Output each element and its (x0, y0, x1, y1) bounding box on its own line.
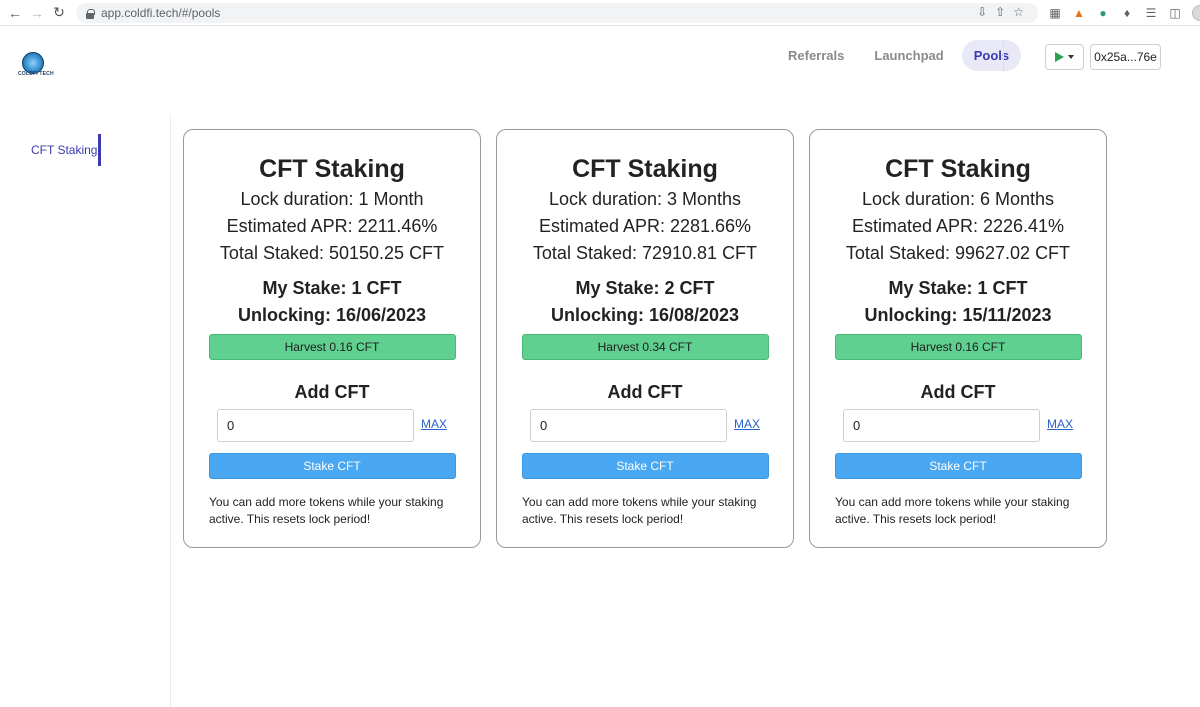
side-panel-icon[interactable]: ◫ (1168, 6, 1182, 20)
pool-title: CFT Staking (885, 155, 1031, 183)
stake-button[interactable]: Stake CFT (521, 453, 769, 479)
top-navigation: Referrals Launchpad Pools (776, 40, 1027, 71)
total-staked: Total Staked: 99627.02 CFT (845, 243, 1071, 263)
lock-duration: Lock duration: 1 Month (240, 189, 424, 209)
stake-button[interactable]: Stake CFT (834, 453, 1082, 479)
estimated-apr: Estimated APR: 2211.46% (226, 216, 438, 236)
total-staked: Total Staked: 50150.25 CFT (219, 243, 445, 263)
add-cft-heading: Add CFT (294, 382, 370, 402)
stake-amount-input[interactable] (530, 409, 727, 442)
coldfi-logo[interactable]: COLDFI TECH (18, 52, 54, 78)
add-cft-heading: Add CFT (920, 382, 996, 402)
unlocking-date: Unlocking: 16/08/2023 (550, 305, 740, 325)
qr-code-icon[interactable]: ▦ (1048, 6, 1062, 20)
my-stake: My Stake: 2 CFT (575, 278, 715, 298)
stake-amount-input[interactable] (843, 409, 1040, 442)
back-arrow-icon[interactable]: ← (4, 2, 26, 24)
pool-title: CFT Staking (259, 155, 405, 183)
staking-note: You can add more tokens while your staki… (835, 495, 1070, 526)
bookmark-star-icon[interactable]: ☆ (1013, 5, 1024, 19)
staking-note: You can add more tokens while your staki… (522, 495, 757, 526)
chevron-down-icon (1068, 55, 1074, 59)
harvest-button[interactable]: Harvest 0.16 CFT (208, 334, 456, 360)
nav-pools[interactable]: Pools (961, 40, 1022, 71)
profile-avatar[interactable] (1192, 4, 1200, 21)
reading-list-icon[interactable]: ☰ (1144, 6, 1158, 20)
max-link[interactable]: MAX (421, 417, 447, 431)
staking-note: You can add more tokens while your staki… (209, 495, 444, 526)
unlocking-date: Unlocking: 15/11/2023 (864, 305, 1052, 325)
nav-referrals[interactable]: Referrals (776, 40, 856, 71)
total-staked: Total Staked: 72910.81 CFT (532, 243, 758, 263)
install-icon[interactable]: ⇩ (977, 5, 987, 19)
unlocking-date: Unlocking: 16/06/2023 (237, 305, 427, 325)
pool-card: CFT Staking Lock duration: 6 Months Esti… (809, 129, 1107, 548)
max-link[interactable]: MAX (734, 417, 760, 431)
max-link[interactable]: MAX (1047, 417, 1073, 431)
my-stake: My Stake: 1 CFT (888, 278, 1028, 298)
address-bar[interactable]: app.coldfi.tech/#/pools ⇩ ⇧ ☆ (76, 3, 1038, 23)
sidebar-item-cft-staking[interactable]: CFT Staking (31, 134, 101, 166)
header-divider (1003, 40, 1004, 72)
pool-title: CFT Staking (572, 155, 718, 183)
share-icon[interactable]: ⇧ (995, 5, 1005, 19)
reload-icon[interactable]: ↻ (48, 2, 70, 24)
sidebar-divider (170, 114, 171, 707)
lock-duration: Lock duration: 6 Months (861, 189, 1055, 209)
pool-card: CFT Staking Lock duration: 1 Month Estim… (183, 129, 481, 548)
network-dropdown-button[interactable] (1045, 44, 1084, 70)
url-text: app.coldfi.tech/#/pools (101, 6, 221, 20)
forward-arrow-icon[interactable]: → (26, 2, 48, 24)
extensions-puzzle-icon[interactable]: ♦ (1120, 6, 1134, 20)
add-cft-heading: Add CFT (607, 382, 683, 402)
browser-toolbar: ← → ↻ app.coldfi.tech/#/pools ⇩ ⇧ ☆ ▦ ▲ … (0, 0, 1200, 26)
harvest-button[interactable]: Harvest 0.34 CFT (521, 334, 769, 360)
estimated-apr: Estimated APR: 2226.41% (851, 216, 1065, 236)
extension-shield-icon[interactable]: ● (1096, 6, 1110, 20)
play-icon (1055, 52, 1064, 62)
estimated-apr: Estimated APR: 2281.66% (538, 216, 752, 236)
pool-card: CFT Staking Lock duration: 3 Months Esti… (496, 129, 794, 548)
metamask-fox-icon[interactable]: ▲ (1072, 6, 1086, 20)
lock-icon (86, 8, 95, 19)
harvest-button[interactable]: Harvest 0.16 CFT (834, 334, 1082, 360)
nav-launchpad[interactable]: Launchpad (862, 40, 955, 71)
wallet-address-button[interactable]: 0x25a...76e (1090, 44, 1161, 70)
stake-button[interactable]: Stake CFT (208, 453, 456, 479)
stake-amount-input[interactable] (217, 409, 414, 442)
logo-text: COLDFI TECH (18, 71, 54, 77)
lock-duration: Lock duration: 3 Months (548, 189, 742, 209)
my-stake: My Stake: 1 CFT (262, 278, 402, 298)
